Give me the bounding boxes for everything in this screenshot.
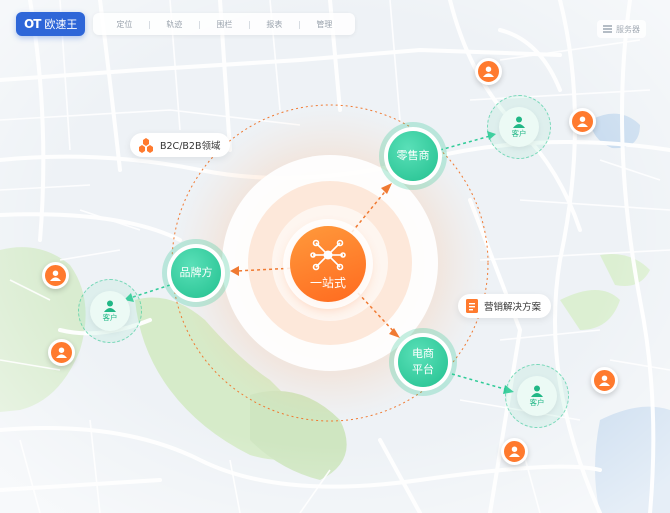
user-icon: [599, 375, 610, 386]
user-icon: [483, 66, 494, 77]
map-stage: OT 欧速王 定位 轨迹 围栏 报表 管理 服务器 B2C/B2B领域 营销解决…: [0, 0, 670, 513]
top-bar: OT 欧速王 定位 轨迹 围栏 报表 管理: [16, 12, 356, 36]
client-ecommerce[interactable]: 客户: [505, 364, 569, 428]
user-icon: [56, 347, 67, 358]
menu-item-fence[interactable]: 围栏: [199, 19, 249, 30]
server-button[interactable]: 服务器: [597, 20, 646, 38]
menu-item-report[interactable]: 报表: [249, 19, 299, 30]
user-icon: [513, 116, 525, 128]
retailer-node[interactable]: 零售商: [388, 131, 438, 181]
top-menu: 定位 轨迹 围栏 报表 管理: [93, 13, 356, 35]
b2c-b2b-label: B2C/B2B领域: [160, 141, 221, 152]
hexagons-icon: [139, 137, 153, 153]
retailer-label: 零售商: [396, 149, 430, 162]
client-brand[interactable]: 客户: [78, 279, 142, 343]
menu-item-track[interactable]: 轨迹: [149, 19, 199, 30]
document-icon: [466, 299, 478, 313]
hub-label: 一站式: [309, 275, 346, 290]
marketing-label: 营销解决方案: [484, 302, 542, 313]
client-label: 客户: [529, 397, 545, 407]
server-icon: [603, 25, 612, 33]
logo-text: 欧速王: [44, 18, 78, 31]
user-icon: [577, 116, 588, 127]
brand-node[interactable]: 品牌方: [171, 248, 221, 298]
menu-item-locate[interactable]: 定位: [99, 19, 149, 30]
one-stop-hub[interactable]: 一站式: [290, 226, 366, 302]
user-pin[interactable]: [569, 108, 596, 135]
user-icon: [50, 270, 61, 281]
b2c-b2b-tag: B2C/B2B领域: [130, 133, 231, 157]
app-logo[interactable]: OT 欧速王: [16, 12, 86, 36]
user-pin[interactable]: [501, 438, 528, 465]
ecommerce-label-line2: 平台: [412, 363, 434, 376]
brand-label: 品牌方: [179, 266, 213, 279]
logo-mark: OT: [24, 17, 41, 31]
client-label: 客户: [511, 128, 527, 138]
user-icon: [531, 385, 543, 397]
network-icon: [310, 239, 346, 270]
client-retailer[interactable]: 客户: [487, 95, 551, 159]
ecommerce-node[interactable]: 电商 平台: [398, 337, 448, 387]
user-pin[interactable]: [42, 262, 69, 289]
user-icon: [104, 300, 116, 312]
user-pin[interactable]: [591, 367, 618, 394]
user-icon: [509, 446, 520, 457]
user-pin[interactable]: [48, 339, 75, 366]
marketing-tag: 营销解决方案: [458, 294, 552, 318]
server-label: 服务器: [616, 24, 640, 34]
ecommerce-label-line1: 电商: [412, 347, 434, 360]
user-pin[interactable]: [475, 58, 502, 85]
client-label: 客户: [102, 312, 118, 322]
menu-item-manage[interactable]: 管理: [299, 19, 349, 30]
